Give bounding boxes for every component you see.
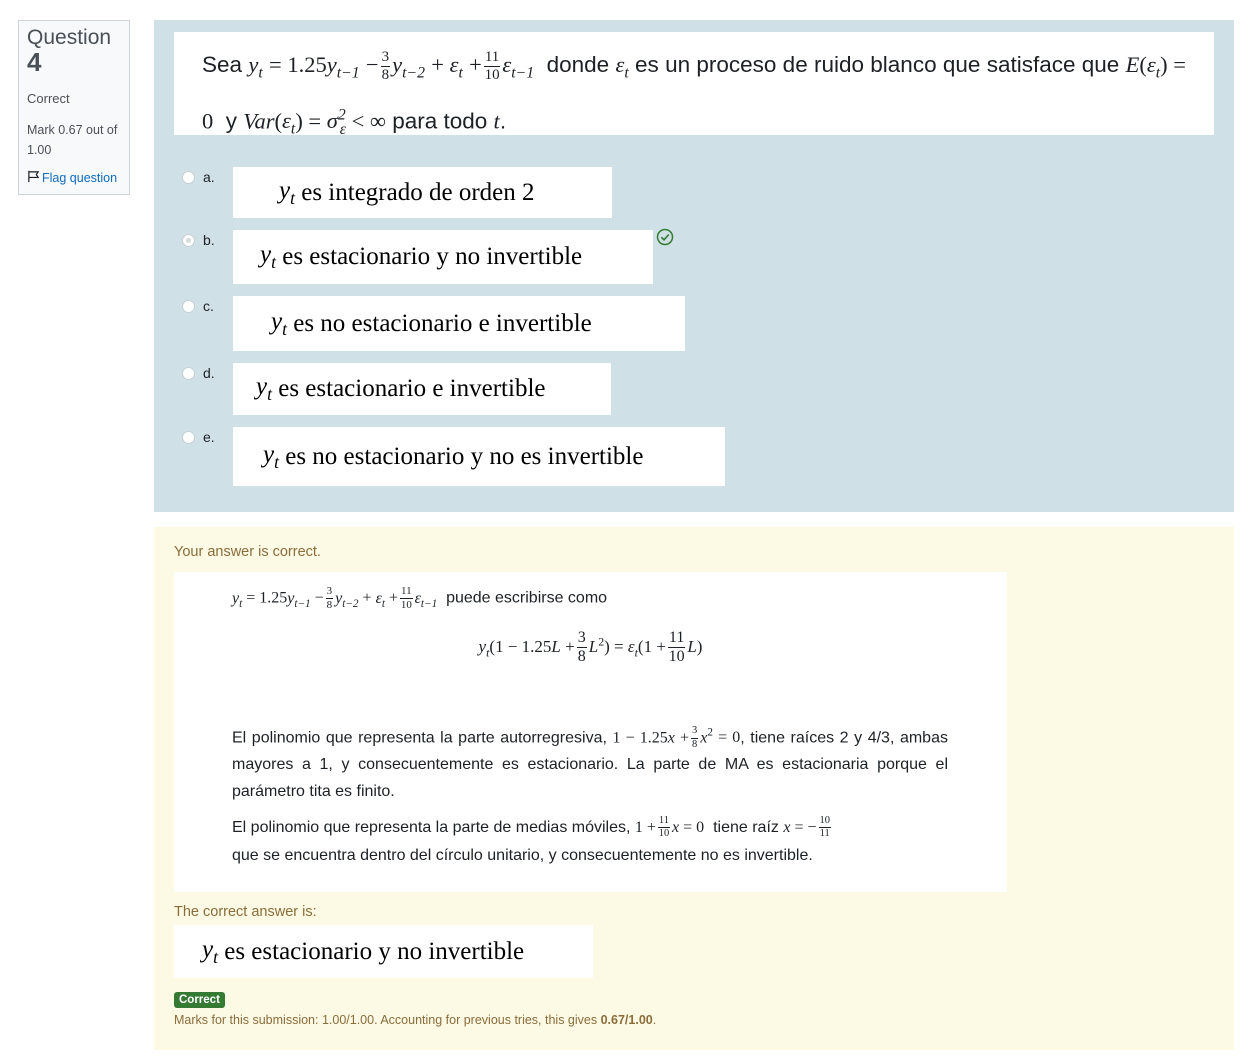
question-info: Question 4 Correct Mark 0.67 out of 1.00… bbox=[18, 20, 130, 195]
marks-summary: Marks for this submission: 1.00/1.00. Ac… bbox=[174, 1013, 657, 1027]
option-e-label: yt es no estacionario y no es invertible bbox=[233, 427, 725, 486]
option-d-label: yt es estacionario e invertible bbox=[233, 363, 611, 415]
feedback-equation-line: yt = 1.25yt−1 −3 8 yt−2 + εt +11 10 εt−1 pue… bbox=[232, 585, 608, 611]
radio-e[interactable] bbox=[182, 431, 195, 444]
answer-option-a[interactable]: a. yt es integrado de orden 2 bbox=[182, 167, 612, 218]
correct-answer: yt es estacionario y no invertible bbox=[174, 925, 593, 978]
answer-option-b[interactable]: b. yt es estacionario y no invertible bbox=[182, 230, 653, 284]
flag-label: Flag question bbox=[42, 171, 118, 185]
correct-answer-label: The correct answer is: bbox=[174, 904, 317, 920]
feedback-ar-paragraph: El polinomio que representa la parte aut… bbox=[232, 725, 948, 801]
radio-a[interactable] bbox=[182, 171, 195, 184]
question-state: Correct bbox=[27, 91, 70, 106]
question-label: Question bbox=[27, 26, 112, 49]
option-c-label: yt es no estacionario e invertible bbox=[233, 296, 685, 351]
radio-b[interactable] bbox=[182, 234, 195, 247]
flag-question-link[interactable]: Flag question bbox=[27, 170, 121, 186]
question-formulation: Sea yt = 1.25yt−1 −3 8 yt−2 + εt +11 10 εt−1… bbox=[154, 20, 1234, 512]
question-number: 4 bbox=[27, 47, 42, 77]
question-grade: Mark 0.67 out of 1.00 bbox=[27, 123, 118, 157]
status-badge: Correct bbox=[174, 992, 225, 1008]
flag-icon bbox=[27, 170, 40, 186]
option-a-label: yt es integrado de orden 2 bbox=[233, 167, 612, 218]
feedback-lag-equation: yt(1 − 1.25L +3 8 L2) = εt(1 +11 10 L) bbox=[478, 629, 703, 665]
check-circle-icon bbox=[656, 228, 674, 246]
option-b-label: yt es estacionario y no invertible bbox=[233, 230, 653, 284]
answer-option-d[interactable]: d. yt es estacionario e invertible bbox=[182, 363, 611, 415]
question-outcome: Your answer is correct. yt = 1.25yt−1 −3… bbox=[154, 527, 1234, 1050]
answer-option-e[interactable]: e. yt es no estacionario y no es inverti… bbox=[182, 427, 725, 486]
radio-d[interactable] bbox=[182, 367, 195, 380]
general-feedback: yt = 1.25yt−1 −3 8 yt−2 + εt +11 10 εt−1 pue… bbox=[174, 572, 1007, 892]
feedback-title: Your answer is correct. bbox=[174, 544, 321, 560]
radio-c[interactable] bbox=[182, 300, 195, 313]
question-text: Sea yt = 1.25yt−1 −3 8 yt−2 + εt +11 10 εt−1… bbox=[174, 32, 1214, 138]
feedback-ma-paragraph: El polinomio que representa la parte de … bbox=[232, 814, 831, 864]
answer-option-c[interactable]: c. yt es no estacionario e invertible bbox=[182, 296, 685, 351]
